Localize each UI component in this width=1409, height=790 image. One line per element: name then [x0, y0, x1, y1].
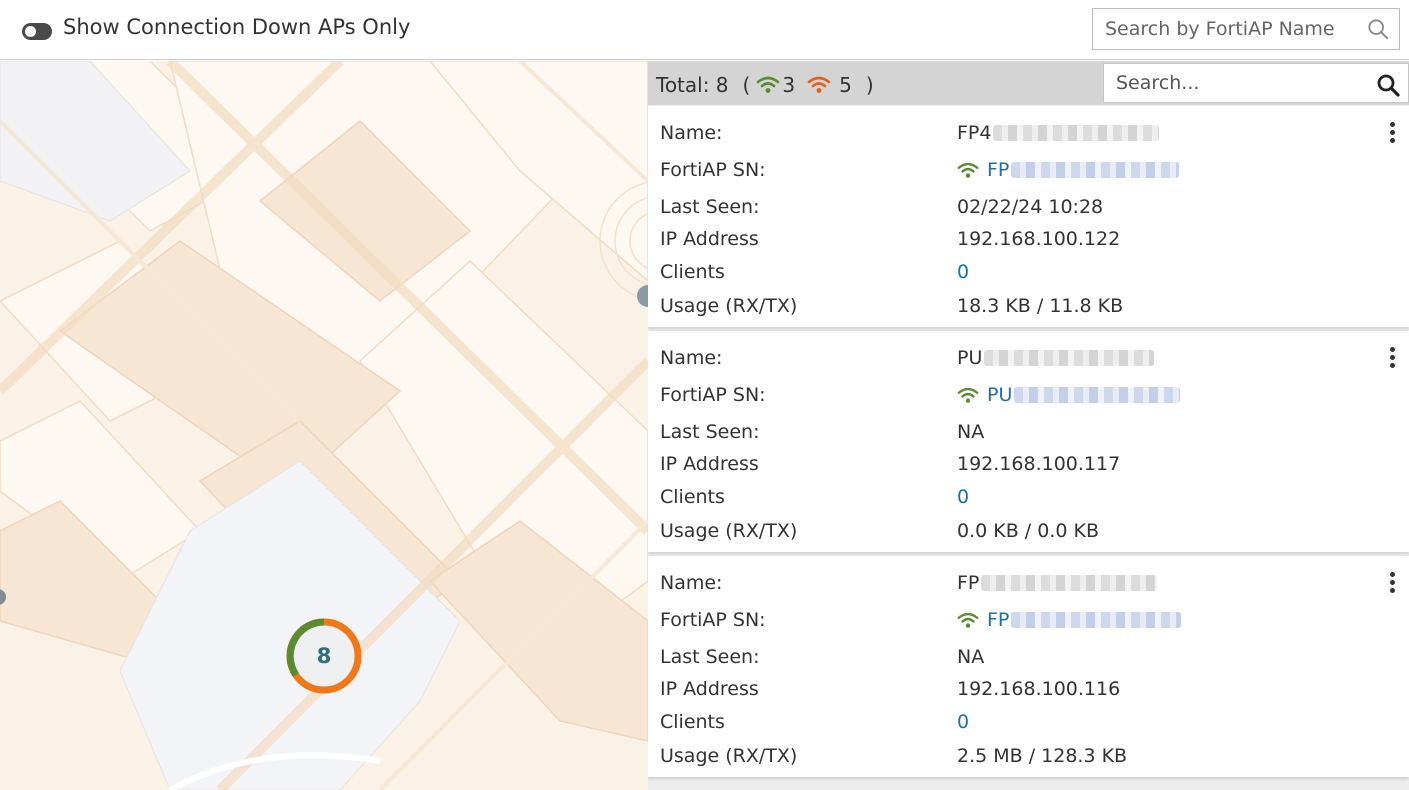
- ap-name-row: Name: FP: [660, 569, 1380, 597]
- ap-sn-row: FortiAP SN: FP: [660, 156, 1380, 184]
- ip-value: 192.168.100.116: [957, 678, 1121, 700]
- ap-sn-link[interactable]: FP: [957, 606, 1182, 634]
- clients-label: Clients: [660, 486, 725, 508]
- connection-down-toggle[interactable]: [22, 23, 52, 40]
- ip-label: IP Address: [660, 228, 759, 250]
- redacted-name: [981, 575, 1158, 591]
- total-label: Total: 8: [656, 73, 729, 97]
- sn-label: FortiAP SN:: [660, 159, 766, 181]
- wifi-status-icon: [957, 387, 979, 403]
- ap-sn-text: FP: [987, 159, 1010, 181]
- usage-value: 0.0 KB / 0.0 KB: [957, 520, 1099, 542]
- ap-usage-row: Usage (RX/TX) 0.0 KB / 0.0 KB: [660, 517, 1380, 545]
- wifi-status-icon: [957, 612, 979, 628]
- ap-ip-row: IP Address 192.168.100.122: [660, 225, 1380, 253]
- ap-ip-row: IP Address 192.168.100.116: [660, 675, 1380, 703]
- ap-card[interactable]: Name: PU FortiAP SN: PU Last Seen: NA IP…: [648, 331, 1409, 552]
- ap-summary-bar: Total: 8 ( 3 5 ): [648, 61, 1409, 105]
- clients-link[interactable]: 0: [957, 258, 969, 286]
- usage-label: Usage (RX/TX): [660, 520, 798, 542]
- usage-label: Usage (RX/TX): [660, 295, 798, 317]
- top-bar: Show Connection Down APs Only: [0, 0, 1409, 60]
- clients-link[interactable]: 0: [957, 708, 969, 736]
- ap-card[interactable]: Name: FP4 FortiAP SN: FP Last Seen: 02/2…: [648, 106, 1409, 327]
- ip-label: IP Address: [660, 453, 759, 475]
- clients-label: Clients: [660, 261, 725, 283]
- wifi-status-icon: [957, 162, 979, 178]
- ap-name-row: Name: FP4: [660, 119, 1380, 147]
- toggle-label: Show Connection Down APs Only: [63, 15, 411, 39]
- search-icon[interactable]: [1367, 18, 1389, 40]
- ap-name-value: FP: [957, 569, 1158, 597]
- ap-sn-link[interactable]: FP: [957, 156, 1180, 184]
- fortiap-name-search[interactable]: [1092, 8, 1400, 50]
- search-icon[interactable]: [1376, 73, 1400, 97]
- name-label: Name:: [660, 347, 723, 369]
- close-paren: ): [865, 73, 874, 97]
- ap-total: Total: 8 ( 3 5 ): [656, 73, 874, 97]
- last-seen-label: Last Seen:: [660, 646, 760, 668]
- open-paren: (: [742, 73, 751, 97]
- ap-list-panel: Total: 8 ( 3 5 ) Na: [648, 61, 1409, 790]
- ap-name-value: FP4: [957, 119, 1160, 147]
- name-label: Name:: [660, 122, 723, 144]
- redacted-sn: [1011, 612, 1182, 628]
- redacted-name: [993, 125, 1160, 141]
- sn-label: FortiAP SN:: [660, 609, 766, 631]
- clients-label: Clients: [660, 711, 725, 733]
- ip-value: 192.168.100.117: [957, 453, 1121, 475]
- cluster-count: 8: [316, 644, 332, 668]
- ap-list-search-input[interactable]: [1104, 64, 1364, 102]
- last-seen-label: Last Seen:: [660, 421, 760, 443]
- ap-card[interactable]: Name: FP FortiAP SN: FP Last Seen: NA IP…: [648, 556, 1409, 777]
- ap-card-menu-button[interactable]: [1385, 572, 1399, 598]
- ap-sn-text: FP: [987, 609, 1010, 631]
- usage-value: 2.5 MB / 128.3 KB: [957, 745, 1128, 767]
- down-count: 5: [839, 73, 852, 97]
- redacted-sn: [1014, 387, 1181, 403]
- name-label: Name:: [660, 572, 723, 594]
- sn-label: FortiAP SN:: [660, 384, 766, 406]
- ap-sn-row: FortiAP SN: FP: [660, 606, 1380, 634]
- ap-list-search[interactable]: [1103, 63, 1409, 103]
- clients-link[interactable]: 0: [957, 483, 969, 511]
- ap-last-seen-row: Last Seen: NA: [660, 418, 1380, 446]
- ip-value: 192.168.100.122: [957, 228, 1121, 250]
- ip-label: IP Address: [660, 678, 759, 700]
- usage-label: Usage (RX/TX): [660, 745, 798, 767]
- ap-clients-row: Clients 0: [660, 483, 1380, 511]
- ap-usage-row: Usage (RX/TX) 2.5 MB / 128.3 KB: [660, 742, 1380, 770]
- wifi-up-icon: [757, 76, 780, 93]
- redacted-sn: [1011, 162, 1180, 178]
- ap-name-text: FP: [957, 572, 980, 594]
- last-seen-value: NA: [957, 646, 985, 668]
- ap-last-seen-row: Last Seen: NA: [660, 643, 1380, 671]
- last-seen-label: Last Seen:: [660, 196, 760, 218]
- last-seen-value: 02/22/24 10:28: [957, 196, 1104, 218]
- ap-sn-text: PU: [987, 384, 1013, 406]
- ap-name-value: PU: [957, 344, 1155, 372]
- redacted-name: [984, 350, 1155, 366]
- wifi-down-icon: [807, 76, 831, 93]
- ap-clients-row: Clients 0: [660, 708, 1380, 736]
- ap-card-menu-button[interactable]: [1385, 347, 1399, 373]
- ap-last-seen-row: Last Seen: 02/22/24 10:28: [660, 193, 1380, 221]
- ap-ip-row: IP Address 192.168.100.117: [660, 450, 1380, 478]
- last-seen-value: NA: [957, 421, 985, 443]
- ap-name-row: Name: PU: [660, 344, 1380, 372]
- ap-name-text: FP4: [957, 122, 992, 144]
- fortiap-name-search-input[interactable]: [1093, 9, 1363, 49]
- usage-value: 18.3 KB / 11.8 KB: [957, 295, 1124, 317]
- ap-card-menu-button[interactable]: [1385, 122, 1399, 148]
- ap-usage-row: Usage (RX/TX) 18.3 KB / 11.8 KB: [660, 292, 1380, 320]
- ap-name-text: PU: [957, 347, 983, 369]
- ap-sn-link[interactable]: PU: [957, 381, 1181, 409]
- ap-sn-row: FortiAP SN: PU: [660, 381, 1380, 409]
- ap-cluster-marker[interactable]: 8: [285, 617, 363, 695]
- up-count: 3: [782, 73, 796, 97]
- ap-clients-row: Clients 0: [660, 258, 1380, 286]
- map-view[interactable]: 8: [0, 61, 648, 790]
- toggle-knob: [25, 26, 36, 37]
